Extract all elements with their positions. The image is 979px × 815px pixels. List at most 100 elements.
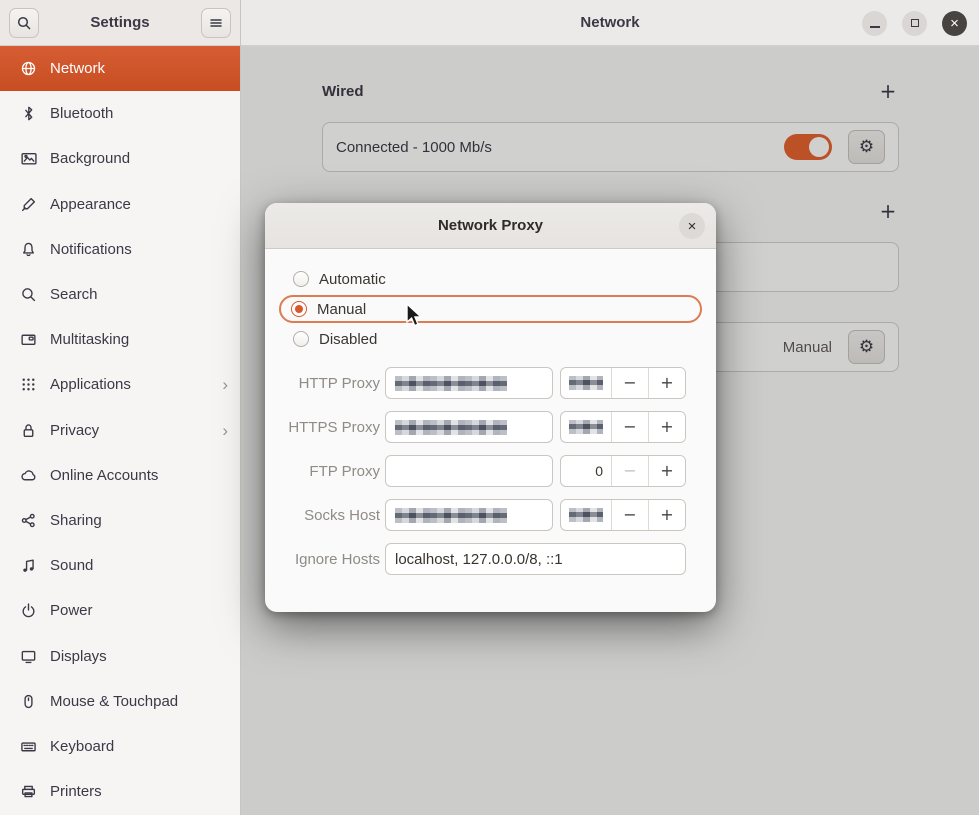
share-icon — [20, 512, 37, 529]
sidebar-item-label: Sharing — [50, 512, 102, 529]
https-port-value[interactable] — [561, 412, 611, 442]
https-port-increment-button[interactable]: + — [648, 412, 685, 442]
appearance-icon — [20, 196, 37, 213]
notifications-icon — [20, 241, 37, 258]
sidebar-item-privacy[interactable]: Privacy › — [0, 408, 240, 453]
ftp-port-spinner: 0 − + — [560, 455, 686, 487]
keyboard-icon — [20, 738, 37, 755]
sidebar-item-label: Keyboard — [50, 738, 114, 755]
sidebar-item-label: Displays — [50, 648, 107, 665]
window-controls: × — [862, 0, 967, 46]
minimize-icon — [870, 26, 880, 28]
http-proxy-input[interactable] — [385, 367, 553, 399]
sidebar-item-applications[interactable]: Applications › — [0, 362, 240, 407]
https-proxy-row: HTTPS Proxy − + — [265, 411, 716, 443]
sidebar-item-search[interactable]: Search — [0, 272, 240, 317]
sidebar-item-keyboard[interactable]: Keyboard — [0, 724, 240, 769]
sidebar-title: Settings — [39, 14, 201, 31]
headerbar: Network × — [241, 0, 979, 46]
radio-manual[interactable]: Manual — [279, 295, 702, 323]
multitasking-icon — [20, 331, 37, 348]
socks-port-decrement-button[interactable]: − — [611, 500, 648, 530]
socks-port-value[interactable] — [561, 500, 611, 530]
sidebar-item-label: Applications — [50, 376, 131, 393]
socks-port-increment-button[interactable]: + — [648, 500, 685, 530]
socks-host-row: Socks Host − + — [265, 499, 716, 531]
cloud-icon — [20, 467, 37, 484]
sidebar-item-network[interactable]: Network — [0, 46, 240, 91]
https-proxy-label: HTTPS Proxy — [265, 419, 380, 436]
sidebar-item-mouse-touchpad[interactable]: Mouse & Touchpad — [0, 679, 240, 724]
radio-unchecked-icon — [293, 271, 309, 287]
hamburger-icon — [208, 15, 224, 31]
http-port-decrement-button[interactable]: − — [611, 368, 648, 398]
sidebar-item-printers[interactable]: Printers — [0, 769, 240, 814]
background-icon — [20, 150, 37, 167]
search-button[interactable] — [9, 8, 39, 38]
sidebar-item-power[interactable]: Power — [0, 588, 240, 633]
page-title: Network — [580, 14, 639, 31]
printer-icon — [20, 783, 37, 800]
ftp-port-increment-button[interactable]: + — [648, 456, 685, 486]
ftp-proxy-input[interactable] — [385, 455, 553, 487]
ignore-hosts-label: Ignore Hosts — [265, 551, 380, 568]
close-window-button[interactable]: × — [942, 11, 967, 36]
redacted-host-value — [395, 420, 507, 435]
https-proxy-input[interactable] — [385, 411, 553, 443]
http-port-increment-button[interactable]: + — [648, 368, 685, 398]
sidebar-item-multitasking[interactable]: Multitasking — [0, 317, 240, 362]
sidebar-item-label: Network — [50, 60, 105, 77]
mouse-icon — [20, 693, 37, 710]
radio-disabled[interactable]: Disabled — [281, 325, 700, 353]
sidebar-list: Network Bluetooth Background Appearance … — [0, 46, 240, 814]
sidebar-item-label: Power — [50, 602, 93, 619]
radio-disabled-label: Disabled — [319, 331, 377, 348]
ignore-hosts-input[interactable] — [385, 543, 686, 575]
sidebar-item-notifications[interactable]: Notifications — [0, 227, 240, 272]
sidebar-item-label: Online Accounts — [50, 467, 158, 484]
socks-host-label: Socks Host — [265, 507, 380, 524]
sidebar-item-sound[interactable]: Sound — [0, 543, 240, 588]
redacted-port-value — [569, 420, 603, 434]
http-port-value[interactable] — [561, 368, 611, 398]
proxy-form: HTTP Proxy − + HTTPS Proxy — [265, 367, 716, 575]
sidebar-item-label: Multitasking — [50, 331, 129, 348]
sidebar-item-bluetooth[interactable]: Bluetooth — [0, 91, 240, 136]
sidebar-header: Settings — [0, 0, 240, 46]
sidebar-item-appearance[interactable]: Appearance — [0, 182, 240, 227]
radio-automatic[interactable]: Automatic — [281, 265, 700, 293]
maximize-button[interactable] — [902, 11, 927, 36]
ftp-port-value[interactable]: 0 — [561, 456, 611, 486]
https-port-decrement-button[interactable]: − — [611, 412, 648, 442]
redacted-port-value — [569, 376, 603, 390]
socks-host-input[interactable] — [385, 499, 553, 531]
minimize-button[interactable] — [862, 11, 887, 36]
sidebar-item-sharing[interactable]: Sharing — [0, 498, 240, 543]
sidebar-item-online-accounts[interactable]: Online Accounts — [0, 453, 240, 498]
radio-automatic-label: Automatic — [319, 271, 386, 288]
sidebar-item-label: Search — [50, 286, 98, 303]
ignore-hosts-row: Ignore Hosts — [265, 543, 716, 575]
dialog-titlebar: Network Proxy × — [265, 203, 716, 249]
music-note-icon — [20, 557, 37, 574]
radio-unchecked-icon — [293, 331, 309, 347]
dialog-close-button[interactable]: × — [679, 213, 705, 239]
search-icon — [16, 15, 32, 31]
http-proxy-label: HTTP Proxy — [265, 375, 380, 392]
menu-button[interactable] — [201, 8, 231, 38]
redacted-host-value — [395, 376, 507, 391]
dialog-title: Network Proxy — [438, 217, 543, 234]
radio-manual-label: Manual — [317, 301, 366, 318]
radio-checked-icon — [291, 301, 307, 317]
network-icon — [20, 60, 37, 77]
sidebar-item-displays[interactable]: Displays — [0, 633, 240, 678]
sidebar-item-label: Privacy — [50, 422, 99, 439]
network-proxy-dialog: Network Proxy × Automatic Manual Disable… — [265, 203, 716, 612]
chevron-right-icon: › — [222, 376, 228, 393]
sidebar-item-label: Bluetooth — [50, 105, 113, 122]
ftp-port-decrement-button[interactable]: − — [611, 456, 648, 486]
sidebar-item-background[interactable]: Background — [0, 136, 240, 181]
sidebar: Settings Network Bluetooth Background Ap… — [0, 0, 241, 815]
sidebar-item-label: Notifications — [50, 241, 132, 258]
ftp-proxy-row: FTP Proxy 0 − + — [265, 455, 716, 487]
